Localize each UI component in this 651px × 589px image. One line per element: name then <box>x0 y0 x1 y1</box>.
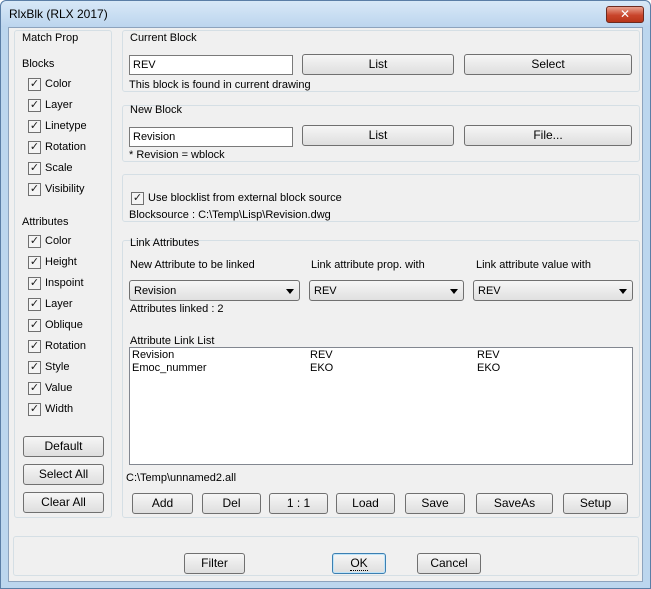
new-attribute-label: New Attribute to be linked <box>130 259 255 271</box>
attribute-link-list-title: Attribute Link List <box>130 335 215 347</box>
checkmark-icon: ✓ <box>28 256 41 269</box>
current-block-group: Current Block List Select This block is … <box>122 30 640 92</box>
new-block-input[interactable] <box>129 127 293 147</box>
close-icon: ✕ <box>619 7 631 21</box>
checkmark-icon: ✓ <box>28 120 41 133</box>
checkmark-icon: ✓ <box>28 403 41 416</box>
checkmark-icon: ✓ <box>28 361 41 374</box>
clear-all-button[interactable]: Clear All <box>23 492 104 513</box>
link-value-label: Link attribute value with <box>476 259 591 271</box>
new-file-button[interactable]: File... <box>464 125 632 146</box>
title-bar[interactable]: RlxBlk (RLX 2017) ✕ <box>1 1 650 27</box>
match-prop-group: Match Prop Blocks ✓ Color ✓ Layer ✓ Line… <box>14 30 112 518</box>
checkmark-icon: ✓ <box>28 99 41 112</box>
dialog-window: RlxBlk (RLX 2017) ✕ Match Prop Blocks ✓ … <box>0 0 651 589</box>
save-button[interactable]: Save <box>405 493 465 514</box>
blocks-heading: Blocks <box>22 58 55 70</box>
add-button[interactable]: Add <box>132 493 193 514</box>
chevron-down-icon <box>450 289 458 294</box>
current-block-title: Current Block <box>130 32 197 44</box>
new-block-status: * Revision = wblock <box>129 149 225 161</box>
checkmark-icon: ✓ <box>28 298 41 311</box>
filter-button[interactable]: Filter <box>184 553 245 574</box>
blocklist-group: ✓ Use blocklist from external block sour… <box>122 174 640 222</box>
link-prop-label: Link attribute prop. with <box>311 259 425 271</box>
checkmark-icon: ✓ <box>28 78 41 91</box>
link-prop-combo[interactable]: REV <box>309 280 464 301</box>
ok-button-label: OK <box>350 556 368 571</box>
link-value-combo[interactable]: REV <box>473 280 633 301</box>
current-block-status: This block is found in current drawing <box>129 79 311 91</box>
attribute-link-list[interactable]: Revision REV REV Emoc_nummer EKO EKO <box>129 347 633 465</box>
current-list-button[interactable]: List <box>302 54 454 75</box>
new-block-group: New Block List File... * Revision = wblo… <box>122 104 640 162</box>
load-button[interactable]: Load <box>336 493 395 514</box>
attributes-heading: Attributes <box>22 216 69 228</box>
setup-button[interactable]: Setup <box>563 493 628 514</box>
current-select-button[interactable]: Select <box>464 54 632 75</box>
match-prop-title: Match Prop <box>22 32 79 44</box>
select-all-button[interactable]: Select All <box>23 464 104 485</box>
dialog-client: Match Prop Blocks ✓ Color ✓ Layer ✓ Line… <box>8 27 643 582</box>
list-item[interactable]: Revision REV REV <box>132 349 632 362</box>
default-button[interactable]: Default <box>23 436 104 457</box>
new-block-title: New Block <box>130 104 182 116</box>
window-title: RlxBlk (RLX 2017) <box>9 7 108 21</box>
footer-group: Filter OK Cancel <box>13 536 639 576</box>
checkmark-icon: ✓ <box>28 183 41 196</box>
new-attribute-combo[interactable]: Revision <box>129 280 300 301</box>
one-to-one-button[interactable]: 1 : 1 <box>269 493 328 514</box>
checkmark-icon: ✓ <box>28 235 41 248</box>
blocksource-path: Blocksource : C:\Temp\Lisp\Revision.dwg <box>129 209 331 221</box>
link-attributes-group: Link Attributes New Attribute to be link… <box>122 237 640 518</box>
link-attributes-title: Link Attributes <box>130 237 200 249</box>
checkmark-icon: ✓ <box>28 141 41 154</box>
attributes-linked-count: Attributes linked : 2 <box>130 303 224 315</box>
checkmark-icon: ✓ <box>28 340 41 353</box>
new-list-button[interactable]: List <box>302 125 454 146</box>
close-button[interactable]: ✕ <box>606 6 644 23</box>
list-item[interactable]: Emoc_nummer EKO EKO <box>132 362 632 375</box>
checkmark-icon: ✓ <box>28 382 41 395</box>
link-file-path: C:\Temp\unnamed2.all <box>126 472 237 484</box>
checkmark-icon: ✓ <box>28 277 41 290</box>
chevron-down-icon <box>619 289 627 294</box>
checkmark-icon: ✓ <box>131 192 144 205</box>
save-as-button[interactable]: SaveAs <box>476 493 553 514</box>
checkmark-icon: ✓ <box>28 319 41 332</box>
ok-button[interactable]: OK <box>332 553 386 574</box>
del-button[interactable]: Del <box>202 493 261 514</box>
checkmark-icon: ✓ <box>28 162 41 175</box>
current-block-input[interactable] <box>129 55 293 75</box>
chevron-down-icon <box>286 289 294 294</box>
cancel-button[interactable]: Cancel <box>417 553 481 574</box>
